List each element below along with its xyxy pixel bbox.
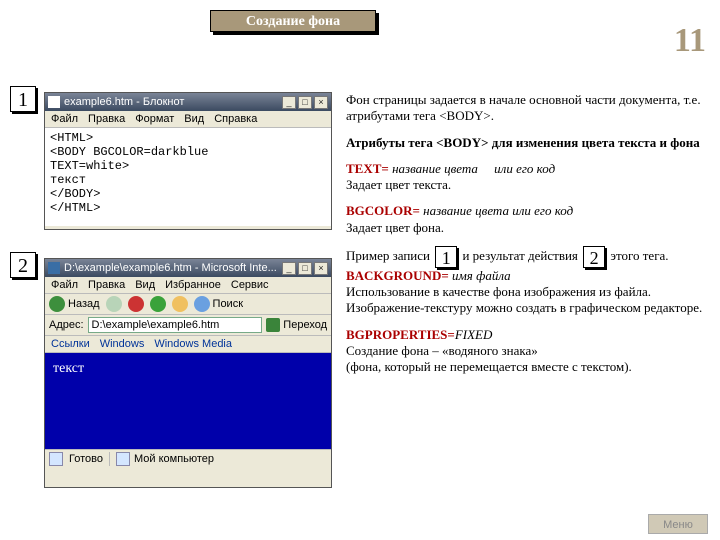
notepad-titlebar[interactable]: example6.htm - Блокнот _ □ × — [45, 93, 331, 111]
explanation-text: Фон страницы задается в начале основной … — [346, 92, 706, 385]
menu-format[interactable]: Формат — [135, 113, 174, 125]
ie-titlebar[interactable]: D:\example\example6.htm - Microsoft Inte… — [45, 259, 331, 277]
refresh-icon[interactable] — [150, 296, 166, 312]
links-link[interactable]: Ссылки — [51, 338, 90, 350]
notepad-title: example6.htm - Блокнот — [64, 96, 282, 108]
stop-icon[interactable] — [128, 296, 144, 312]
maximize-button[interactable]: □ — [298, 96, 312, 109]
ie-icon — [48, 262, 60, 274]
attr-text-block: TEXT= название цвета или его код Задает … — [346, 161, 706, 194]
menu-button[interactable]: Меню — [648, 514, 708, 534]
search-icon — [194, 296, 210, 312]
status-icon — [49, 452, 63, 466]
go-icon — [266, 318, 280, 332]
go-label: Переход — [283, 319, 327, 331]
zone-icon — [116, 452, 130, 466]
page-number: 11 — [674, 22, 706, 60]
address-bar: Адрес: Переход — [45, 315, 331, 336]
search-label: Поиск — [213, 298, 243, 310]
attr-bgcolor-block: BGCOLOR= название цвета или его код Зада… — [346, 203, 706, 236]
menu-file[interactable]: Файл — [51, 113, 78, 125]
inline-badge-1: 1 — [435, 246, 457, 268]
menu-edit[interactable]: Правка — [88, 113, 125, 125]
forward-icon[interactable] — [106, 296, 122, 312]
callout-badge-1: 1 — [10, 86, 36, 112]
callout-badge-2: 2 — [10, 252, 36, 278]
inline-badge-2: 2 — [583, 246, 605, 268]
maximize-button[interactable]: □ — [298, 262, 312, 275]
address-input[interactable] — [88, 317, 263, 333]
menu-view[interactable]: Вид — [135, 279, 155, 291]
close-button[interactable]: × — [314, 262, 328, 275]
links-bar: Ссылки Windows Windows Media — [45, 336, 331, 353]
notepad-content[interactable]: <HTML> <BODY BGCOLOR=darkblue TEXT=white… — [45, 128, 331, 226]
ie-menubar: Файл Правка Вид Избранное Сервис — [45, 277, 331, 294]
go-button[interactable]: Переход — [266, 318, 327, 332]
page-text: текст — [53, 361, 84, 376]
example-line: Пример записи 1 и результат действия 2 э… — [346, 246, 706, 317]
ie-title: D:\example\example6.htm - Microsoft Inte… — [64, 262, 282, 274]
notepad-menubar: Файл Правка Формат Вид Справка — [45, 111, 331, 128]
ie-window: D:\example\example6.htm - Microsoft Inte… — [44, 258, 332, 488]
intro-paragraph: Фон страницы задается в начале основной … — [346, 92, 706, 125]
ie-toolbar: Назад Поиск — [45, 294, 331, 315]
ie-viewport: текст — [45, 353, 331, 449]
home-icon[interactable] — [172, 296, 188, 312]
menu-view[interactable]: Вид — [184, 113, 204, 125]
attributes-heading: Атрибуты тега <BODY> для изменения цвета… — [346, 135, 706, 151]
menu-edit[interactable]: Правка — [88, 279, 125, 291]
status-text: Готово — [69, 453, 103, 465]
notepad-window: example6.htm - Блокнот _ □ × Файл Правка… — [44, 92, 332, 230]
close-button[interactable]: × — [314, 96, 328, 109]
attr-bgproperties-block: BGPROPERTIES=FIXED Создание фона – «водя… — [346, 327, 706, 376]
minimize-button[interactable]: _ — [282, 96, 296, 109]
status-bar: Готово Мой компьютер — [45, 449, 331, 467]
back-icon — [49, 296, 65, 312]
menu-file[interactable]: Файл — [51, 279, 78, 291]
menu-help[interactable]: Справка — [214, 113, 257, 125]
back-label: Назад — [68, 298, 100, 310]
slide-title: Создание фона — [210, 10, 376, 32]
minimize-button[interactable]: _ — [282, 262, 296, 275]
menu-favorites[interactable]: Избранное — [165, 279, 221, 291]
zone-text: Мой компьютер — [134, 453, 214, 465]
back-button[interactable]: Назад — [49, 296, 100, 312]
search-button[interactable]: Поиск — [194, 296, 243, 312]
windows-link[interactable]: Windows — [100, 338, 145, 350]
menu-tools[interactable]: Сервис — [231, 279, 269, 291]
notepad-icon — [48, 96, 60, 108]
address-label: Адрес: — [49, 319, 84, 331]
windows-media-link[interactable]: Windows Media — [154, 338, 232, 350]
